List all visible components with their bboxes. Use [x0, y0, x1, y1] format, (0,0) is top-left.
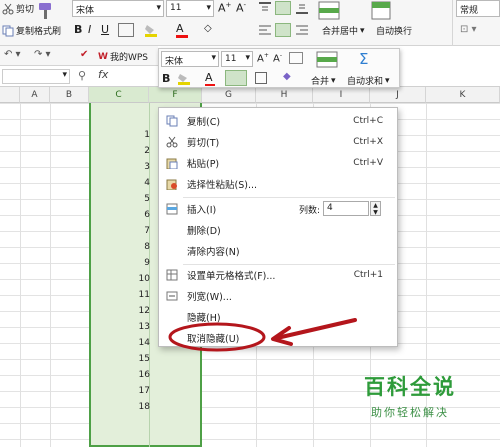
watermark-subtitle: 助你轻松解决	[371, 405, 449, 419]
watermark: 百科全说 助你轻松解决	[330, 364, 490, 426]
watermark-title: 百科全说	[364, 374, 456, 399]
highlight-ellipse	[168, 322, 266, 352]
